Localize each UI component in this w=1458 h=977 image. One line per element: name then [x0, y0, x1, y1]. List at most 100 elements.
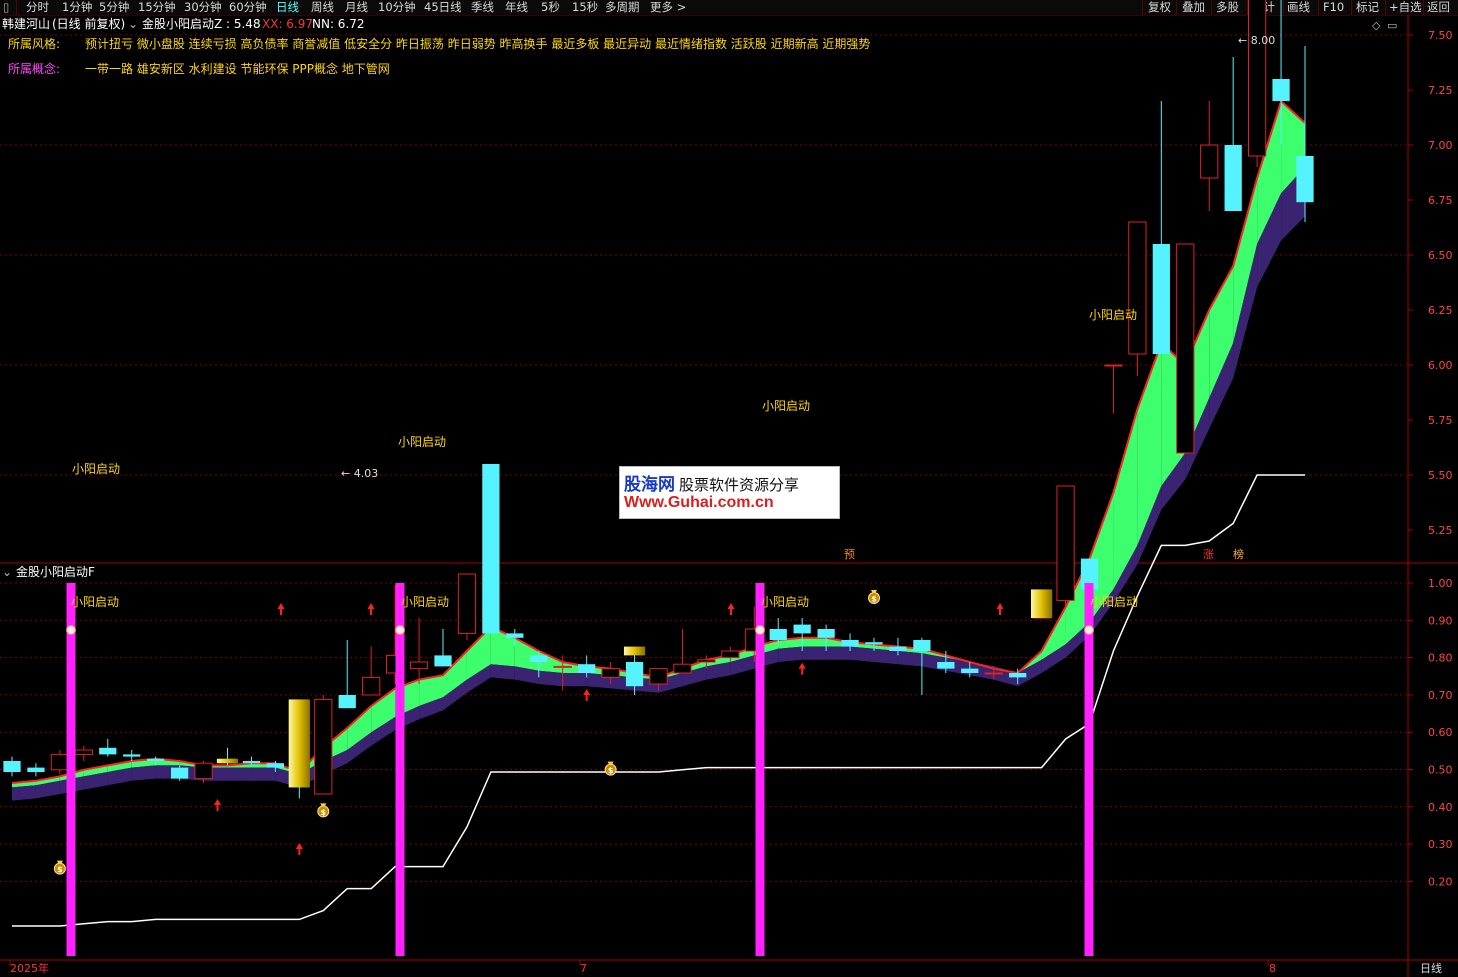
candle	[338, 640, 356, 709]
event-marker-list[interactable]: 榜	[1233, 548, 1244, 562]
xaxis-label-month7: 7	[580, 962, 587, 975]
candle-body-up	[74, 749, 93, 755]
candle	[1224, 57, 1242, 211]
watermark-site: 股海网	[624, 475, 675, 495]
main-indicator-name[interactable]: 金股小阳启动Z	[142, 17, 222, 31]
candle-body-down	[961, 668, 979, 673]
band-segment-purple	[897, 651, 922, 667]
sub-y-tick-label: 0.40	[1428, 801, 1453, 814]
candle	[362, 646, 381, 696]
event-marker-pre[interactable]: 预	[844, 548, 855, 562]
candle-body-down	[889, 646, 907, 651]
concept-items: 一带一路 雄安新区 水利建设 节能环保 PPP概念 地下管网	[85, 62, 390, 76]
low-price-label: ← 4.03	[341, 467, 379, 480]
candle	[457, 573, 477, 640]
band-segment-purple	[778, 646, 803, 662]
candle	[1152, 101, 1170, 354]
candle-body-down	[506, 633, 524, 638]
candle-body-down	[27, 767, 45, 772]
signal-bar	[1084, 583, 1094, 956]
candle	[409, 618, 429, 684]
candle-body-down	[242, 761, 261, 764]
sub-y-tick-label: 0.20	[1428, 875, 1453, 888]
candle-body-down	[841, 640, 859, 647]
candle-body-up	[457, 573, 477, 634]
sub-y-tick-label: 0.60	[1428, 726, 1453, 739]
band-segment-purple	[131, 765, 156, 781]
band-segment-purple	[227, 767, 252, 781]
signal-highlight-block	[216, 758, 239, 764]
sub-y-tick-label: 0.90	[1428, 614, 1453, 627]
y-tick-label: 5.25	[1428, 524, 1453, 537]
xaxis-label-year: 2025年	[10, 962, 49, 975]
candle	[1247, 0, 1267, 167]
band-segment-purple	[562, 673, 587, 687]
signal-highlight-block	[623, 646, 646, 656]
style-label: 所属风格:	[8, 37, 61, 51]
period-indicator[interactable]: 日线	[1420, 962, 1442, 976]
high-price-value: 8.00	[1250, 34, 1276, 47]
watermark-slogan: 股票软件资源分享	[679, 476, 800, 494]
band-segment-purple	[802, 646, 827, 660]
candle	[27, 763, 45, 777]
candle-body-down	[578, 664, 596, 673]
candle-body-down	[1272, 79, 1290, 101]
candle-body-up	[673, 663, 692, 674]
candle-body-down	[170, 767, 189, 779]
sub-signal-arrow-icon	[727, 603, 735, 615]
event-marker-fall[interactable]: 跌	[1113, 548, 1124, 562]
candle-body-down	[482, 464, 500, 634]
money-bag-icon: $	[317, 803, 330, 818]
signal-dot	[66, 625, 76, 635]
candle-body-up	[697, 659, 716, 663]
signal-bar	[66, 583, 76, 956]
candle	[1176, 243, 1195, 454]
candle	[99, 739, 117, 757]
candle-body-up	[362, 676, 381, 696]
money-bag-symbol: $	[871, 595, 877, 604]
signal-highlight-block	[1030, 589, 1053, 618]
candle-body-up	[1104, 364, 1123, 367]
candle	[170, 765, 189, 781]
candle	[482, 464, 500, 634]
candle-body-down	[937, 662, 955, 669]
event-marker-rise[interactable]: 涨	[1203, 548, 1214, 562]
band-segment-green	[802, 637, 827, 647]
indicator-toggle-icon[interactable]: ⌄	[128, 17, 138, 31]
signal-dot	[395, 625, 405, 635]
y-tick-label: 7.50	[1428, 29, 1453, 42]
candle-body-up	[409, 661, 429, 670]
nn-value: NN: 6.72	[312, 17, 365, 31]
candle-body-up	[314, 698, 333, 795]
candle-body-up	[50, 753, 70, 771]
high-price-label: ← 8.00	[1238, 34, 1276, 47]
watermark-banner: 股海网 股票软件资源分享 Www.Guhai.com.cn	[619, 466, 840, 519]
signal-highlight-block	[288, 699, 310, 788]
candle-body-down	[1152, 244, 1170, 354]
xx-value: XX: 6.97	[262, 17, 314, 31]
money-bag-icon: $	[53, 860, 66, 875]
sub-signal-arrow-icon	[277, 603, 285, 615]
y-tick-label: 6.75	[1428, 194, 1453, 207]
signal-arrow-icon	[798, 662, 806, 675]
signal-dot	[1084, 625, 1094, 635]
candle-body-down	[625, 662, 644, 687]
candle-body-down	[1296, 156, 1314, 203]
candle	[314, 695, 333, 795]
xaxis-label-month8: 8	[1269, 962, 1276, 975]
band-segment-purple	[12, 785, 36, 801]
y-tick-label: 6.00	[1428, 359, 1453, 372]
candle-body-down	[1009, 673, 1027, 678]
sub-signal-arrow-icon	[367, 603, 375, 615]
candle	[673, 629, 692, 674]
sub-indicator-toggle-icon[interactable]: ⌄	[2, 565, 12, 579]
band-segment-purple	[538, 670, 563, 687]
candle-body-up	[721, 650, 740, 659]
y-tick-label: 7.00	[1428, 139, 1453, 152]
signal-bar	[395, 583, 405, 956]
candle	[50, 750, 70, 775]
sub-indicator-name[interactable]: 金股小阳启动F	[16, 565, 95, 579]
y-tick-label: 7.25	[1428, 84, 1453, 97]
band-segment-purple	[490, 664, 515, 680]
candle-body-up	[1176, 243, 1195, 454]
